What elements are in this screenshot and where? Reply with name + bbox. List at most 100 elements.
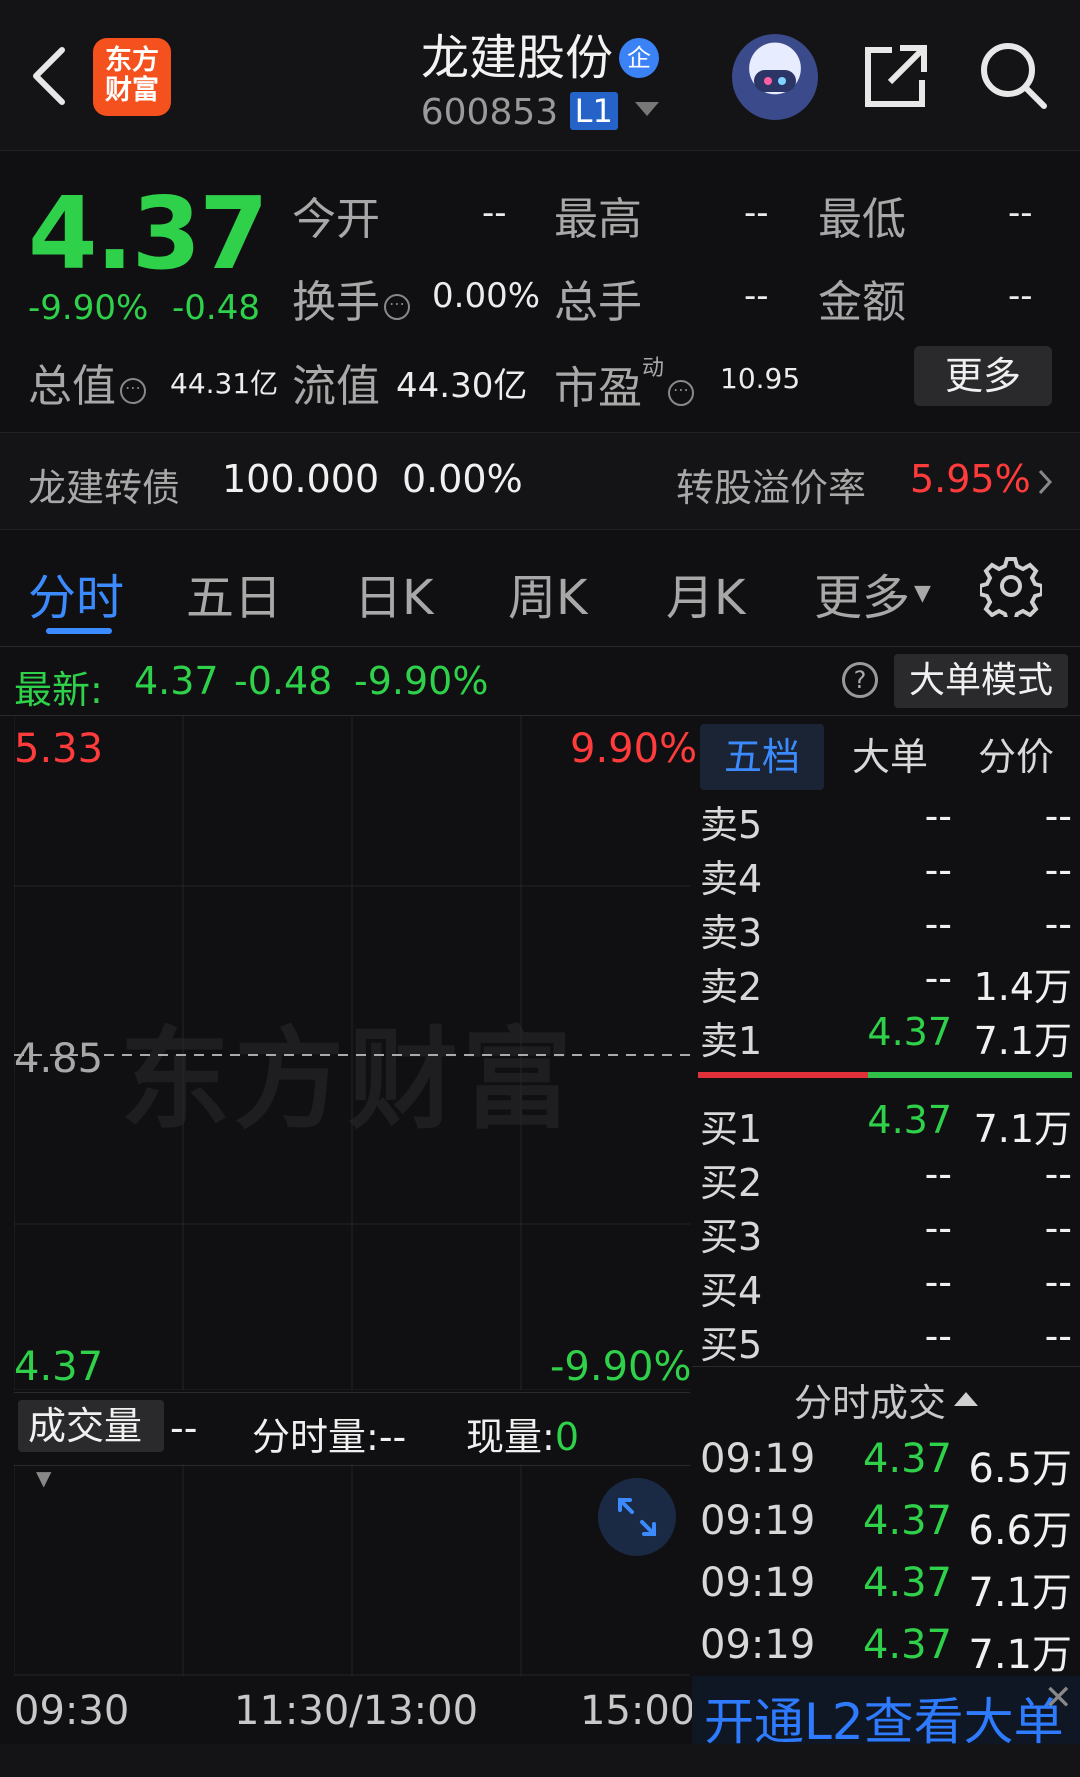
more-button[interactable]: 更多 [914,346,1052,406]
tab-weekly-k[interactable]: 周K [508,558,587,628]
active-tab-indicator [46,628,112,634]
high-label: 最高 [554,194,642,245]
high-value: -- [744,193,769,233]
intraday-chart[interactable] [14,716,690,1390]
assistant-robot-icon[interactable] [732,34,818,120]
buy-sell-ratio-bar-sell [698,1072,868,1078]
amount-value: -- [1008,276,1033,316]
expand-arrows-icon [618,1498,656,1536]
tab-monthly-k[interactable]: 月K [666,558,745,628]
premium-value: 5.95% [910,457,1031,501]
chart-top-pct: 9.90% [570,726,698,772]
turnover-label[interactable]: 换手 ⋯ [292,266,410,330]
bid-row: 买5 -- -- [700,1314,1072,1367]
float-cap-value: 44.30亿 [396,366,528,406]
bond-name: 龙建转债 [28,466,181,510]
stock-name: 龙建股份 [420,30,613,86]
bid-row: 买2 -- -- [700,1152,1072,1205]
chart-mid-price: 4.85 [14,1036,104,1082]
trade-row: 09:19 4.37 6.5万 [700,1436,1072,1492]
volume-indicator-selector[interactable]: 成交量▼ [18,1400,164,1490]
big-order-mode-button[interactable]: 大单模式 [894,654,1068,708]
logo-text-line1: 东方 [105,45,159,76]
ask-row: 卖4 -- -- [700,848,1072,901]
gear-icon[interactable] [980,555,1042,617]
turnover-value: 0.00% [432,276,541,316]
buy-sell-ratio-bar-buy [868,1072,1072,1078]
chart-bottom-pct: -9.90% [550,1344,692,1390]
pe-dynamic-mark: 动 [642,356,665,381]
trade-row: 09:19 4.37 6.6万 [700,1498,1072,1554]
stock-code: 600853 [420,92,559,133]
volume-chart[interactable] [14,1464,690,1676]
info-dots-icon: ⋯ [668,380,695,406]
convertible-bond-bar[interactable]: 龙建转债 100.000 0.00% 转股溢价率 5.95% [0,432,1080,530]
trade-row: 09:19 4.37 7.1万 [700,1560,1072,1616]
ask-row: 卖5 -- -- [700,794,1072,847]
bid-row: 买1 4.37 7.1万 [700,1098,1072,1151]
logo-text-line2: 财富 [105,75,159,106]
ask-row: 卖3 -- -- [700,902,1072,955]
tab-big-orders[interactable]: 大单 [830,724,950,790]
timeshare-volume: 分时量:-- [252,1415,407,1459]
latest-label: 最新: [14,668,103,712]
back-arrow-icon[interactable] [28,44,72,108]
market-cap-value: 44.31亿 [170,367,279,400]
time-axis-mid: 11:30/13:00 [234,1688,479,1734]
volume-selector-value: -- [170,1406,198,1450]
eastmoney-logo[interactable]: 东方 财富 [93,38,171,116]
search-icon[interactable] [976,38,1050,112]
tab-timeshare[interactable]: 分时 [28,558,124,628]
ask-row: 卖2 -- 1.4万 [700,956,1072,1009]
time-axis-start: 09:30 [14,1688,130,1734]
pe-label[interactable]: 市盈动⋯ [554,350,695,416]
tab-daily-k[interactable]: 日K [354,558,433,628]
help-icon[interactable]: ? [842,662,878,698]
float-cap-label: 流值 [292,361,380,412]
time-axis-end: 15:00 [580,1688,696,1734]
latest-change: -0.48 [234,659,333,703]
chart-period-tabs: 分时 五日 日K 周K 月K 更多 ▼ [0,530,1080,644]
current-price: 4.37 [28,175,269,292]
change-amount: -0.48 [172,288,260,328]
low-label: 最低 [818,194,906,245]
dropdown-arrow-icon [635,102,660,116]
chevron-right-icon [1038,469,1053,495]
pe-value: 10.95 [720,362,801,395]
change-percent: -9.90% [28,288,149,328]
chart-top-price: 5.33 [14,726,104,772]
order-book-tabs: 五档 大单 分价 [698,724,1080,790]
latest-pct: -9.90% [354,659,489,703]
share-icon[interactable] [860,40,932,112]
bid-row: 买3 -- -- [700,1206,1072,1259]
stock-code-row[interactable]: 600853 L1 [300,92,780,133]
market-cap-label[interactable]: 总值 ⋯ [28,350,146,414]
premium-label: 转股溢价率 [676,466,867,510]
low-value: -- [1008,193,1033,233]
stock-title: 龙建股份企 [300,18,780,88]
ask-row: 卖1 4.37 7.1万 [700,1010,1072,1063]
info-dots-icon: ⋯ [384,294,410,320]
trades-divider [692,1366,1080,1367]
dropdown-arrow-icon: ▼ [914,581,931,606]
tab-price-distribution[interactable]: 分价 [954,724,1078,790]
sort-up-icon [954,1392,978,1406]
tab-five-day[interactable]: 五日 [186,558,282,628]
tab-five-levels[interactable]: 五档 [700,724,824,790]
amount-label: 金额 [818,277,906,328]
trades-title[interactable]: 分时成交 [700,1372,1072,1427]
expand-chart-button[interactable] [598,1478,676,1556]
total-hands-label: 总手 [554,277,642,328]
close-icon[interactable]: ✕ [1044,1678,1073,1718]
current-volume: 现量:0 [466,1415,579,1459]
open-label: 今开 [292,194,380,245]
bond-price: 100.000 [222,457,380,501]
bottom-bar [0,1744,1080,1777]
bid-row: 买4 -- -- [700,1260,1072,1313]
chart-bottom-price: 4.37 [14,1344,104,1390]
tab-more[interactable]: 更多 ▼ [814,558,931,628]
level-badge: L1 [569,92,618,130]
open-value: -- [482,193,507,233]
latest-price: 4.37 [134,659,219,703]
info-dots-icon: ⋯ [120,378,146,404]
